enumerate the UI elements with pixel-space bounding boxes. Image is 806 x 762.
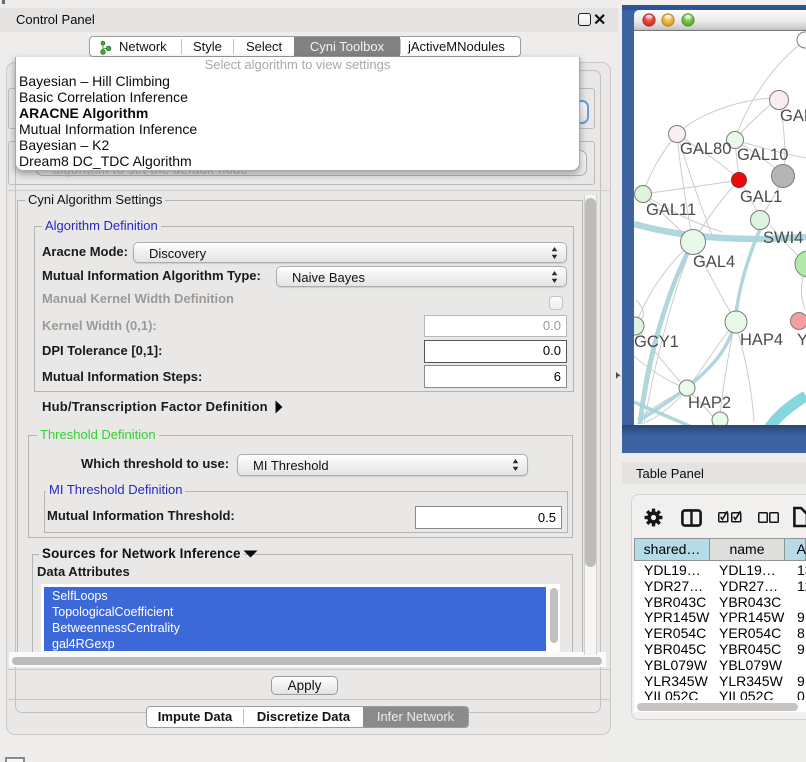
svg-text:SWI4: SWI4 (763, 229, 803, 247)
svg-text:GCY1: GCY1 (634, 333, 679, 351)
svg-text:GAL4: GAL4 (693, 253, 735, 271)
svg-text:HAP4: HAP4 (740, 331, 783, 349)
svg-text:GAL7: GAL7 (780, 107, 806, 125)
svg-text:GAL11: GAL11 (646, 201, 696, 219)
svg-text:HAP2: HAP2 (688, 394, 731, 412)
svg-text:GAL80: GAL80 (680, 140, 731, 158)
svg-text:GAL10: GAL10 (737, 146, 788, 164)
svg-text:GAL1: GAL1 (740, 188, 782, 206)
svg-text:Y: Y (797, 331, 806, 349)
